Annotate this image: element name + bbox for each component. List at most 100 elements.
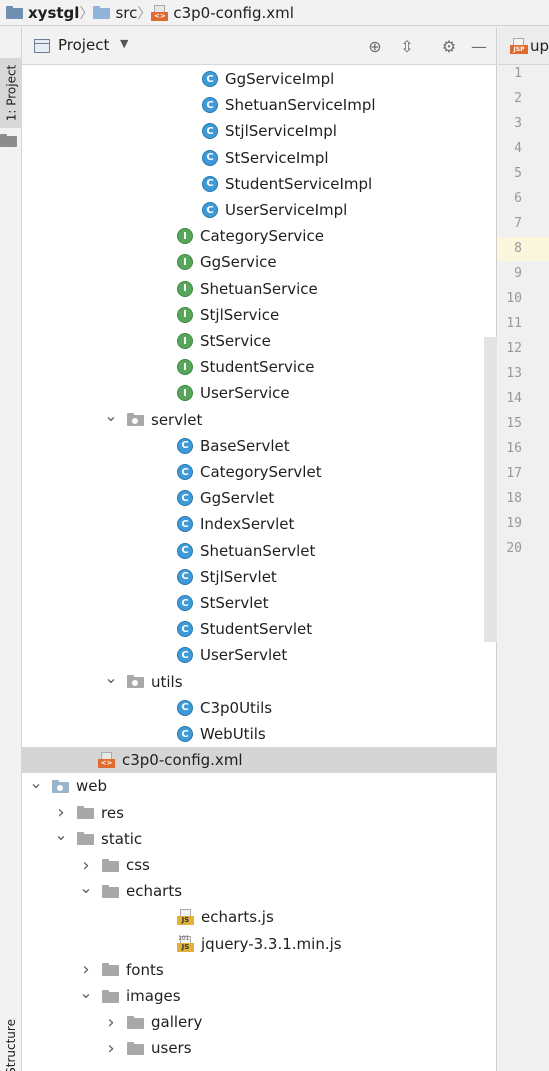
- tree-item-echarts-js[interactable]: JS echarts.js: [22, 904, 497, 930]
- tree-item-label: echarts: [126, 882, 183, 901]
- java-interface-icon: I: [177, 359, 193, 376]
- chevron-down-icon[interactable]: ⌄: [28, 773, 44, 792]
- tree-item-label: gallery: [151, 1013, 203, 1032]
- breadcrumb-item[interactable]: <> c3p0-config.xml: [151, 0, 294, 26]
- tree-item-studentservice[interactable]: I StudentService: [22, 354, 497, 380]
- tree-item-stjlservlet[interactable]: C StjlServlet: [22, 564, 497, 590]
- tree-item-label: StudentService: [200, 358, 315, 377]
- tree-item-label: StServlet: [200, 594, 269, 612]
- tree-item-c3p0-config-xml[interactable]: <> c3p0-config.xml: [22, 747, 497, 774]
- line-number: 13: [506, 366, 522, 381]
- tree-item-label: WebUtils: [200, 725, 266, 743]
- tree-item-stserviceimpl[interactable]: C StServiceImpl: [22, 145, 497, 171]
- java-interface-icon: I: [177, 385, 193, 402]
- structure-tool-tab-label: Z: Structure: [4, 1018, 18, 1071]
- tree-item-c3p0utils[interactable]: C C3p0Utils: [22, 695, 497, 721]
- locate-icon[interactable]: ⊕: [364, 35, 386, 57]
- tree-item-static[interactable]: ⌄ static: [22, 825, 497, 852]
- tree-item-label: ShetuanService: [200, 279, 318, 298]
- tree-item-users[interactable]: › users: [22, 1035, 497, 1061]
- tree-item-shetuanserviceimpl[interactable]: C ShetuanServiceImpl: [22, 92, 497, 118]
- project-view-icon: [34, 39, 50, 53]
- tree-item-shetuanservice[interactable]: I ShetuanService: [22, 276, 497, 302]
- tree-item-ggservice[interactable]: I GgService: [22, 249, 497, 275]
- tree-item-indexservlet[interactable]: C IndexServlet: [22, 511, 497, 537]
- chevron-right-icon[interactable]: ›: [103, 1038, 119, 1059]
- tree-item-stservlet[interactable]: C StServlet: [22, 590, 497, 616]
- structure-tool-tab[interactable]: Z: Structure: [0, 1012, 22, 1071]
- folder-icon: [102, 963, 119, 977]
- folder-icon: [127, 1015, 144, 1029]
- tree-item-servlet[interactable]: ⌄ servlet: [22, 406, 497, 433]
- line-number: 10: [506, 291, 522, 306]
- tree-item-images[interactable]: ⌄ images: [22, 983, 497, 1009]
- chevron-down-icon[interactable]: ▼: [120, 37, 128, 50]
- line-number: 17: [506, 466, 522, 481]
- line-number: 7: [514, 216, 522, 231]
- tree-item-baseservlet[interactable]: C BaseServlet: [22, 433, 497, 459]
- tree-item-label: GgService: [200, 253, 277, 272]
- tree-item-ggservlet[interactable]: C GgServlet: [22, 485, 497, 511]
- tree-item-jquery-3-3-1-min-js[interactable]: JS 101 jquery-3.3.1.min.js: [22, 931, 497, 957]
- chevron-down-icon[interactable]: ⌄: [103, 406, 119, 425]
- tree-scrollbar[interactable]: [484, 337, 497, 642]
- tree-item-label: StService: [200, 332, 271, 350]
- chevron-down-icon[interactable]: ⌄: [103, 668, 119, 687]
- tree-item-label: UserService: [200, 384, 290, 403]
- tree-item-echarts[interactable]: ⌄ echarts: [22, 878, 497, 904]
- folder-icon: [127, 1041, 144, 1055]
- tree-item-css[interactable]: › css: [22, 852, 497, 878]
- settings-gear-icon[interactable]: ⚙: [438, 35, 460, 57]
- tree-item-shetuanservlet[interactable]: C ShetuanServlet: [22, 538, 497, 564]
- tree-item-ggserviceimpl[interactable]: C GgServiceImpl: [22, 66, 497, 92]
- chevron-down-icon[interactable]: ⌄: [53, 825, 69, 844]
- chevron-right-icon[interactable]: ›: [53, 802, 69, 823]
- java-class-icon: C: [202, 175, 218, 192]
- jsp-file-icon: JSP: [510, 37, 528, 54]
- tree-item-userserviceimpl[interactable]: C UserServiceImpl: [22, 197, 497, 223]
- chevron-right-icon[interactable]: ›: [78, 959, 94, 980]
- folder-icon: [77, 832, 94, 846]
- java-interface-icon: I: [177, 306, 193, 323]
- java-class-icon: C: [202, 202, 218, 218]
- tree-item-gallery[interactable]: › gallery: [22, 1009, 497, 1035]
- java-class-icon: C: [177, 542, 193, 559]
- tree-item-studentservlet[interactable]: C StudentServlet: [22, 616, 497, 642]
- tree-item-utils[interactable]: ⌄ utils: [22, 668, 497, 695]
- collapse-icon[interactable]: ⇳: [396, 35, 418, 57]
- breadcrumb-item[interactable]: src: [93, 0, 137, 26]
- folder-icon: [77, 806, 94, 820]
- tree-item-categoryservice[interactable]: I CategoryService: [22, 223, 497, 249]
- tree-item-label: StudentServiceImpl: [225, 174, 373, 193]
- folder-icon: [102, 989, 119, 1003]
- breadcrumb-label: src: [115, 3, 138, 22]
- chevron-down-icon[interactable]: ⌄: [78, 878, 94, 897]
- breadcrumb-item[interactable]: xystgl: [6, 0, 79, 26]
- tree-item-label: css: [126, 856, 150, 874]
- tree-item-fonts[interactable]: › fonts: [22, 957, 497, 983]
- tree-item-res[interactable]: › res: [22, 800, 497, 826]
- tree-item-stjlservice[interactable]: I StjlService: [22, 302, 497, 328]
- breadcrumb-separator-icon: 〉: [79, 5, 94, 22]
- chevron-right-icon[interactable]: ›: [103, 1012, 119, 1033]
- project-tool-tab[interactable]: 1: Project: [0, 58, 22, 128]
- tree-item-stservice[interactable]: I StService: [22, 328, 497, 354]
- chevron-down-icon[interactable]: ⌄: [78, 983, 94, 1002]
- hide-icon[interactable]: —: [468, 35, 490, 57]
- tree-item-webutils[interactable]: C WebUtils: [22, 721, 497, 747]
- tree-item-categoryservlet[interactable]: C CategoryServlet: [22, 459, 497, 485]
- editor-tab[interactable]: JSP up: [498, 27, 549, 65]
- tree-item-studentserviceimpl[interactable]: C StudentServiceImpl: [22, 171, 497, 197]
- tree-item-userservlet[interactable]: C UserServlet: [22, 642, 497, 668]
- chevron-right-icon[interactable]: ›: [78, 855, 94, 876]
- folder-tool-icon[interactable]: [0, 130, 22, 150]
- tree-item-userservice[interactable]: I UserService: [22, 380, 497, 406]
- project-panel-title[interactable]: Project: [58, 36, 109, 54]
- java-class-icon: C: [177, 726, 193, 742]
- tree-item-web[interactable]: ⌄ web: [22, 773, 497, 799]
- java-interface-icon: I: [177, 280, 193, 297]
- java-class-icon: C: [202, 97, 218, 114]
- tree-item-stjlserviceimpl[interactable]: C StjlServiceImpl: [22, 118, 497, 144]
- breadcrumb-label: c3p0-config.xml: [173, 3, 294, 22]
- line-number: 9: [514, 266, 522, 281]
